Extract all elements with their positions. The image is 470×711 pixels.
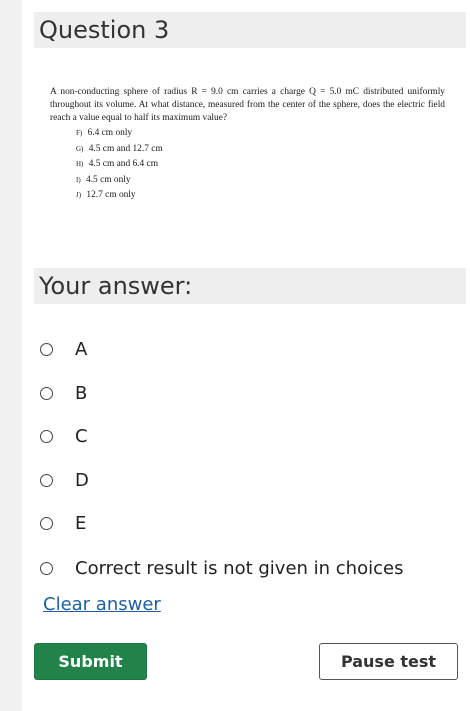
choice-letter: I) — [76, 175, 81, 184]
choice-text: 4.5 cm and 12.7 cm — [88, 143, 163, 154]
question-body: A non-conducting sphere of radius R = 9.… — [50, 86, 445, 204]
choice-letter: G) — [76, 144, 84, 153]
choice-text: 4.5 cm and 6.4 cm — [88, 159, 158, 169]
answer-option-a[interactable]: A — [40, 337, 87, 361]
choice-item: I) 4.5 cm only — [76, 173, 445, 189]
choice-item: F) 6.4 cm only — [76, 126, 445, 142]
answer-option-e[interactable]: E — [40, 511, 86, 535]
choice-item: J) 12.7 cm only — [76, 188, 445, 204]
question-header: Question 3 — [34, 12, 466, 48]
question-text: A non-conducting sphere of radius R = 9.… — [50, 87, 445, 123]
test-page: Question 3 A non-conducting sphere of ra… — [22, 0, 470, 711]
radio-button[interactable] — [40, 386, 53, 400]
choice-text: 12.7 cm only — [86, 190, 136, 200]
choice-item: G) 4.5 cm and 12.7 cm — [76, 142, 445, 158]
option-label: B — [75, 382, 88, 404]
choice-letter: H) — [76, 160, 84, 168]
answer-option-d[interactable]: D — [40, 468, 89, 492]
radio-button[interactable] — [40, 473, 53, 487]
choice-text: 6.4 cm only — [87, 128, 133, 138]
answer-option-b[interactable]: B — [40, 381, 87, 405]
choice-letter: J) — [76, 191, 82, 199]
option-label: E — [75, 512, 87, 534]
answer-option-c[interactable]: C — [40, 424, 88, 448]
question-title: Question 3 — [39, 16, 170, 44]
answer-header: Your answer: — [34, 268, 466, 304]
radio-button[interactable] — [40, 342, 53, 356]
radio-button[interactable] — [40, 561, 53, 575]
pause-test-button[interactable]: Pause test — [319, 643, 458, 680]
submit-button[interactable]: Submit — [34, 643, 147, 680]
choice-item: H) 4.5 cm and 6.4 cm — [76, 157, 445, 173]
choice-letter: F) — [76, 129, 83, 137]
question-choices: F) 6.4 cm only G) 4.5 cm and 12.7 cm H) … — [50, 126, 445, 204]
radio-button[interactable] — [40, 516, 53, 530]
answer-option-not-given[interactable]: Correct result is not given in choices — [40, 556, 403, 580]
option-label: A — [75, 338, 88, 360]
answer-header-label: Your answer: — [39, 272, 193, 300]
option-label: C — [75, 425, 88, 447]
radio-button[interactable] — [40, 429, 53, 443]
clear-answer-link[interactable]: Clear answer — [43, 594, 161, 615]
option-label: D — [75, 469, 89, 491]
option-label: Correct result is not given in choices — [75, 557, 404, 579]
choice-text: 4.5 cm only — [86, 174, 131, 185]
